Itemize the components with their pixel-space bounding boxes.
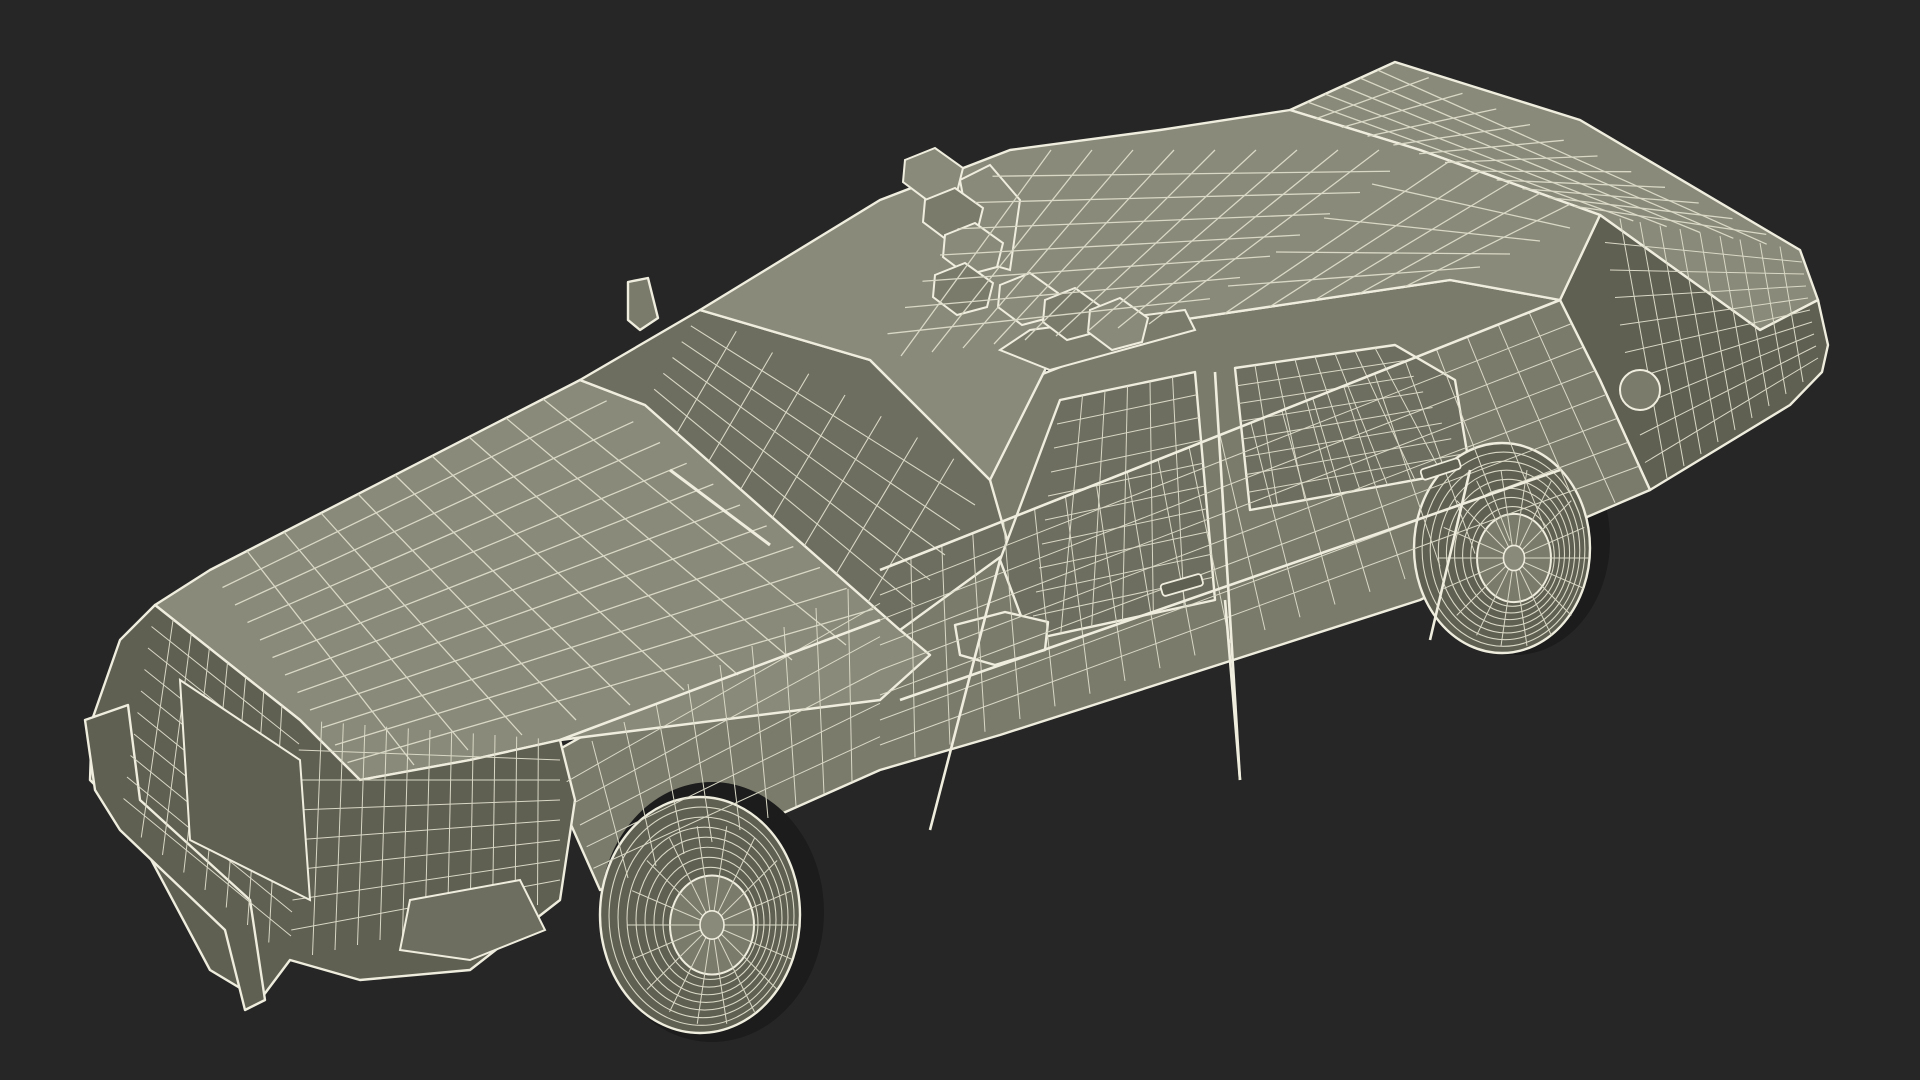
front-wheel (598, 795, 802, 1035)
car-wireframe-render (83, 60, 1830, 1042)
fuel-door (1619, 369, 1661, 411)
hub-center (1502, 544, 1526, 572)
hub-center (699, 910, 725, 940)
hood-antenna (626, 276, 660, 332)
render-viewport (0, 0, 1920, 1080)
sedan-model (83, 60, 1830, 1042)
